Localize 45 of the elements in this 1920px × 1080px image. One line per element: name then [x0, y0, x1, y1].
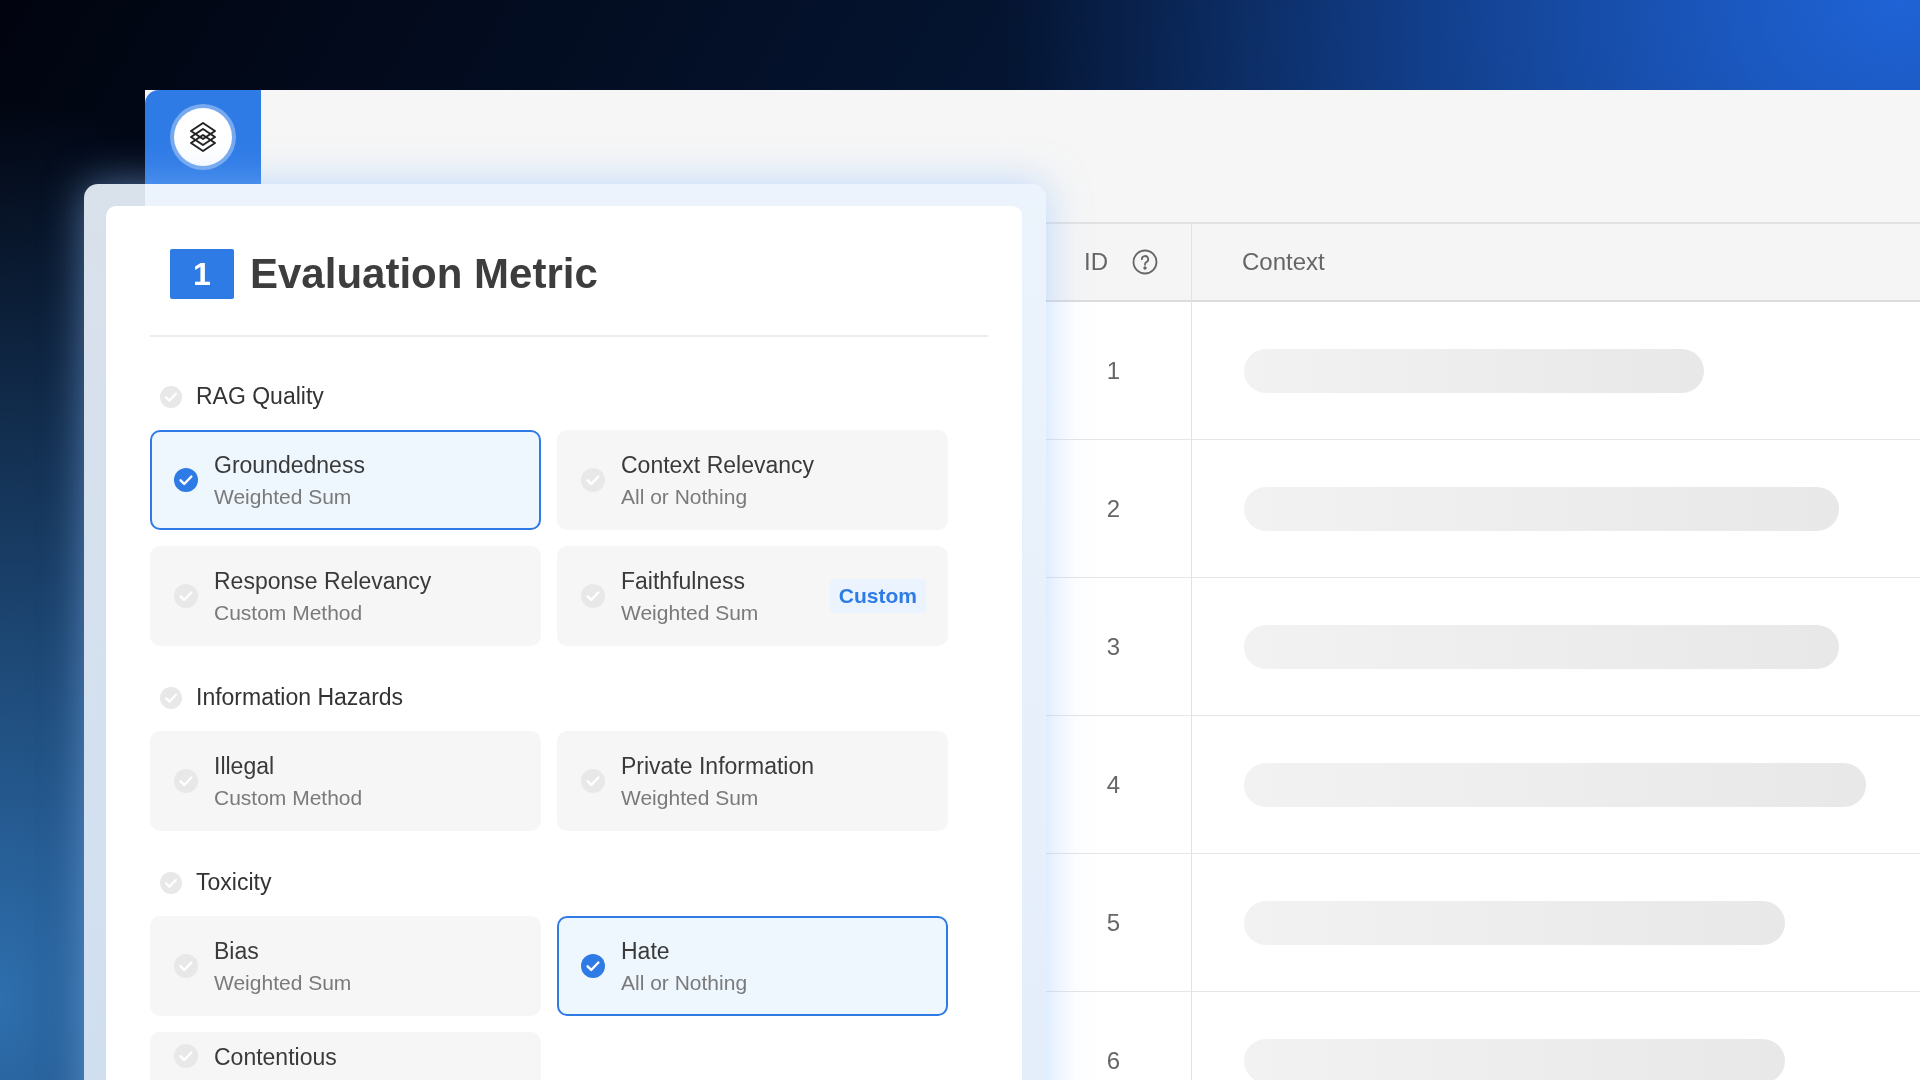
metric-option[interactable]: Faithfulness Weighted Sum Custom — [557, 546, 948, 646]
step-number: 1 — [170, 249, 234, 299]
metric-option[interactable]: Private Information Weighted Sum — [557, 731, 948, 831]
metric-name: Contentious — [214, 1044, 338, 1071]
help-icon[interactable] — [1132, 249, 1158, 275]
metric-method: Custom Method — [214, 600, 364, 625]
panel-title: Evaluation Metric — [250, 250, 598, 298]
metric-method: All or Nothing — [621, 484, 749, 509]
id-cell: 5 — [1046, 854, 1192, 992]
metric-name: Faithfulness — [621, 567, 746, 595]
check-icon[interactable] — [174, 468, 198, 492]
metric-option[interactable]: Groundedness Weighted Sum — [150, 430, 541, 530]
id-cell: 4 — [1046, 716, 1192, 854]
custom-tag: Custom — [829, 579, 926, 613]
metric-option[interactable]: Response Relevancy Custom Method — [150, 546, 541, 646]
id-cell: 1 — [1046, 302, 1192, 440]
id-cell: 6 — [1046, 992, 1192, 1080]
metric-name: Hate — [621, 937, 671, 965]
metric-option[interactable]: Hate All or Nothing — [557, 916, 948, 1016]
metric-name: Bias — [214, 937, 260, 965]
id-cell: 3 — [1046, 578, 1192, 716]
id-cell: 2 — [1046, 440, 1192, 578]
metric-name: Illegal — [214, 752, 276, 780]
metric-name: Context Relevancy — [621, 451, 816, 479]
metric-option[interactable]: Context Relevancy All or Nothing — [557, 430, 948, 530]
metric-method: Weighted Sum — [621, 785, 760, 810]
app-tab[interactable] — [145, 90, 261, 184]
metric-method: Custom Method — [214, 785, 364, 810]
metric-name: Private Information — [621, 752, 816, 780]
metric-method: Weighted Sum — [214, 484, 353, 509]
column-title: Context — [1242, 248, 1325, 276]
check-icon[interactable] — [581, 954, 605, 978]
section-label: RAG Quality — [196, 383, 324, 410]
metric-name: Response Relevancy — [214, 567, 433, 595]
section-label: Toxicity — [196, 869, 272, 896]
metric-method: Weighted Sum — [214, 970, 353, 995]
column-title: ID — [1084, 248, 1108, 276]
metric-method: All or Nothing — [621, 970, 749, 995]
metric-option[interactable]: Illegal Custom Method — [150, 731, 541, 831]
metric-method: Weighted Sum — [621, 600, 760, 625]
metric-option[interactable]: Contentious — [150, 1032, 541, 1080]
logo-icon — [174, 108, 232, 166]
metric-option[interactable]: Bias Weighted Sum — [150, 916, 541, 1016]
section-label: Information Hazards — [196, 684, 404, 711]
metric-name: Groundedness — [214, 451, 366, 479]
